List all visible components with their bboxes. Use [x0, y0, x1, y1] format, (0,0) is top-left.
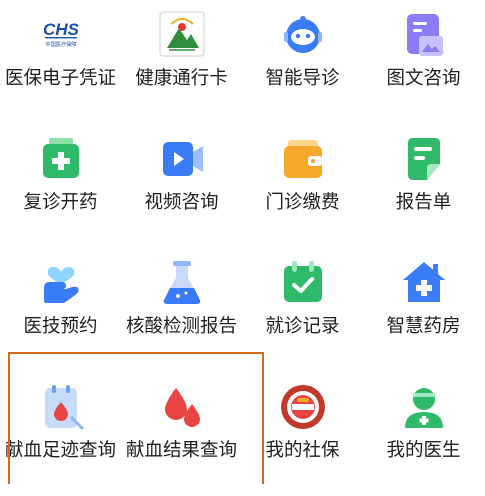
service-item-blood-donation-record[interactable]: 献血足迹查询	[0, 372, 121, 496]
service-item-medical-insurance-voucher[interactable]: CHS 中国医疗保障 医保电子凭证	[0, 0, 121, 124]
medicine-box-icon	[42, 138, 79, 178]
blood-drops-icon	[164, 388, 200, 427]
service-item-visit-record[interactable]: 就诊记录	[242, 248, 363, 372]
service-label: 我的医生	[386, 440, 461, 461]
service-label: 医保电子凭证	[4, 68, 116, 89]
service-label: 健康通行卡	[135, 68, 228, 89]
service-label: 智慧药房	[386, 316, 461, 337]
service-label: 图文咨询	[386, 68, 461, 89]
social-security-seal-icon	[280, 385, 325, 429]
service-item-blood-donation-result[interactable]: 献血结果查询	[121, 372, 242, 496]
service-grid: CHS 中国医疗保障 医保电子凭证 健康通行卡 智能导诊 图文咨询 复诊开药 视…	[0, 0, 485, 480]
service-item-nucleic-acid-report[interactable]: 核酸检测报告	[121, 248, 242, 372]
doctor-avatar-icon	[404, 388, 443, 428]
svg-text:CHS: CHS	[43, 20, 80, 39]
blood-record-icon	[44, 385, 83, 430]
service-item-image-text-consult[interactable]: 图文咨询	[363, 0, 484, 124]
wallet-icon	[283, 140, 322, 178]
video-camera-icon	[162, 142, 203, 176]
service-item-my-doctor[interactable]: 我的医生	[363, 372, 484, 496]
service-label: 报告单	[395, 192, 452, 213]
service-item-medical-tech-appointment[interactable]: 医技预约	[0, 248, 121, 372]
service-item-report[interactable]: 报告单	[363, 124, 484, 248]
service-label: 门诊缴费	[265, 192, 340, 213]
service-item-video-consult[interactable]: 视频咨询	[121, 124, 242, 248]
service-label: 复诊开药	[23, 192, 98, 213]
calendar-check-icon	[283, 261, 322, 302]
service-label: 医技预约	[23, 316, 98, 337]
service-label: 就诊记录	[265, 316, 340, 337]
service-item-outpatient-payment[interactable]: 门诊缴费	[242, 124, 363, 248]
hand-heart-icon	[43, 266, 78, 303]
service-label: 献血结果查询	[125, 440, 237, 461]
flask-icon	[163, 261, 200, 304]
service-item-health-pass[interactable]: 健康通行卡	[121, 0, 242, 124]
svg-text:中国医疗保障: 中国医疗保障	[45, 40, 76, 48]
service-label: 我的社保	[265, 440, 340, 461]
chs-logo-icon: CHS 中国医疗保障	[43, 20, 80, 48]
pharmacy-house-icon	[402, 262, 445, 302]
service-label: 核酸检测报告	[125, 316, 237, 337]
service-item-follow-up-prescription[interactable]: 复诊开药	[0, 124, 121, 248]
service-item-smart-guide[interactable]: 智能导诊	[242, 0, 363, 124]
service-label: 献血足迹查询	[4, 440, 116, 461]
service-label: 智能导诊	[265, 68, 340, 89]
service-label: 视频咨询	[144, 192, 219, 213]
health-pass-icon	[159, 11, 204, 57]
report-doc-icon	[407, 138, 440, 180]
service-item-smart-pharmacy[interactable]: 智慧药房	[363, 248, 484, 372]
smart-guide-icon	[283, 16, 322, 53]
image-text-consult-icon	[406, 14, 443, 56]
service-item-my-social-security[interactable]: 我的社保	[242, 372, 363, 496]
